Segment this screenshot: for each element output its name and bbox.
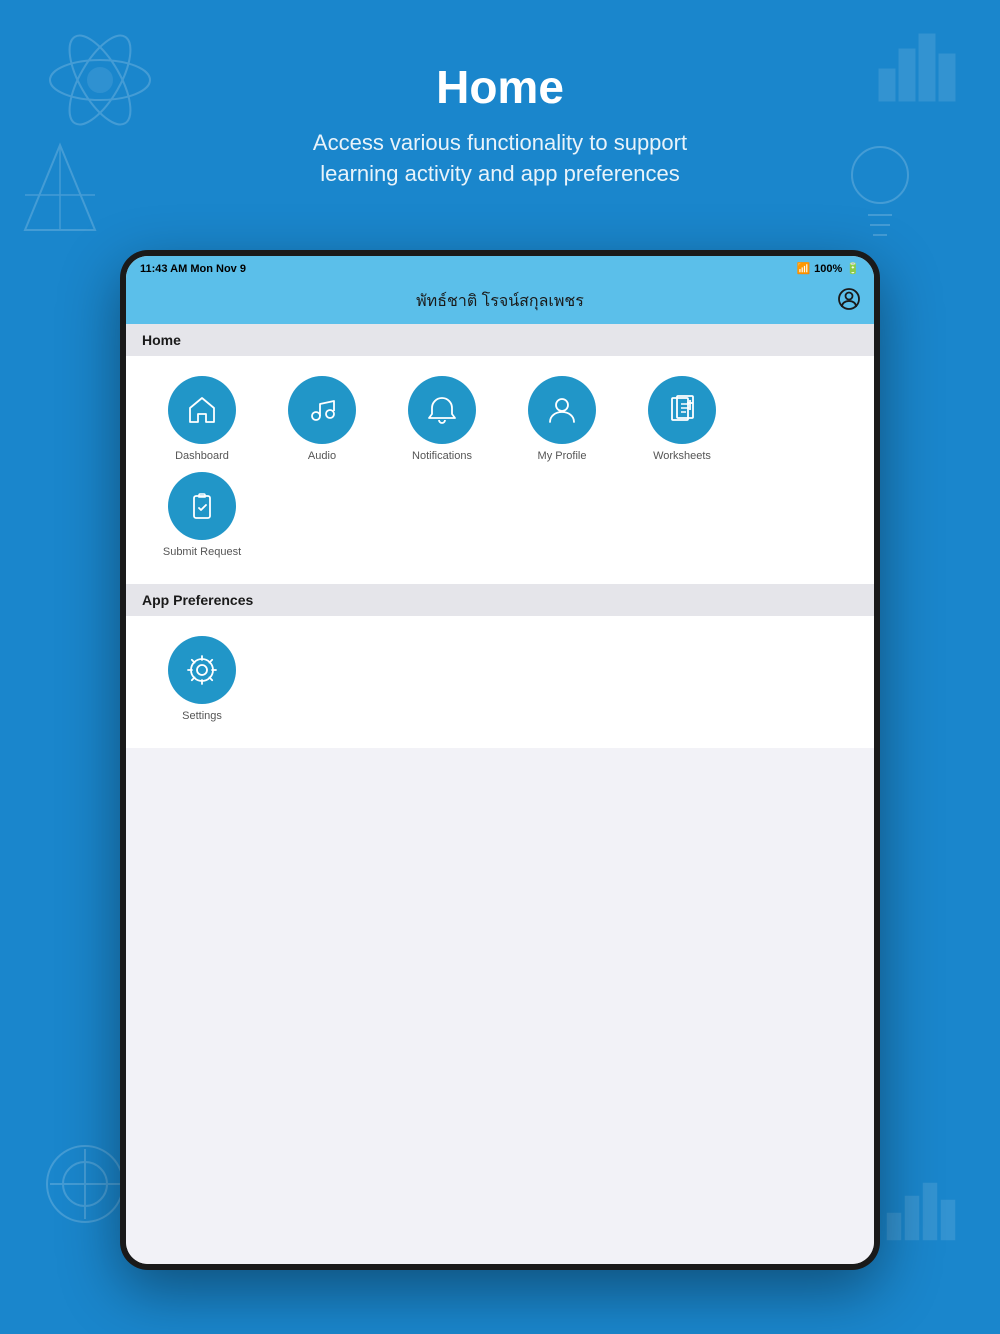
audio-item[interactable]: Audio [262,376,382,462]
dashboard-label: Dashboard [175,450,229,462]
content-area: Home Dashboard [126,324,874,1264]
page-subtitle: Access various functionality to supportl… [0,128,1000,190]
page-title: Home [0,60,1000,114]
dashboard-item[interactable]: Dashboard [142,376,262,462]
my-profile-label: My Profile [538,450,587,462]
home-section-header: Home [126,324,874,356]
home-icon-grid: Dashboard Audio [142,376,858,568]
chart-bottom-decoration [880,1169,960,1254]
circle-bottom-decoration [40,1139,130,1234]
audio-icon-circle [288,376,356,444]
account-icon[interactable] [838,288,860,316]
notifications-icon-circle [408,376,476,444]
notifications-item[interactable]: Notifications [382,376,502,462]
nav-bar: พัทธ์ชาติ โรจน์สกุลเพชร [126,281,874,324]
wifi-icon: 📶 [796,262,810,275]
app-preferences-section-header: App Preferences [126,584,874,616]
dashboard-icon-circle [168,376,236,444]
tablet-frame: 11:43 AM Mon Nov 9 📶 100% 🔋 พัทธ์ชาติ โร… [120,250,880,1270]
settings-icon-circle [168,636,236,704]
settings-label: Settings [182,710,222,722]
nav-title: พัทธ์ชาติ โรจน์สกุลเพชร [416,289,584,314]
notifications-label: Notifications [412,450,472,462]
worksheets-label: Worksheets [653,450,711,462]
tablet-inner: 11:43 AM Mon Nov 9 📶 100% 🔋 พัทธ์ชาติ โร… [126,256,874,1264]
app-preferences-section-body: Settings [126,616,874,748]
battery-label: 100% [814,263,842,275]
submit-request-icon-circle [168,472,236,540]
worksheets-item[interactable]: Worksheets [622,376,742,462]
worksheets-icon-circle [648,376,716,444]
settings-item[interactable]: Settings [142,636,262,722]
status-icons: 📶 100% 🔋 [796,262,860,275]
status-bar: 11:43 AM Mon Nov 9 📶 100% 🔋 [126,256,874,281]
my-profile-icon-circle [528,376,596,444]
battery-icon: 🔋 [846,262,860,275]
audio-label: Audio [308,450,336,462]
app-preferences-icon-grid: Settings [142,636,858,732]
submit-request-label: Submit Request [163,546,241,558]
status-time: 11:43 AM Mon Nov 9 [140,263,246,275]
page-header: Home Access various functionality to sup… [0,0,1000,220]
home-section-body: Dashboard Audio [126,356,874,584]
submit-request-item[interactable]: Submit Request [142,472,262,558]
my-profile-item[interactable]: My Profile [502,376,622,462]
